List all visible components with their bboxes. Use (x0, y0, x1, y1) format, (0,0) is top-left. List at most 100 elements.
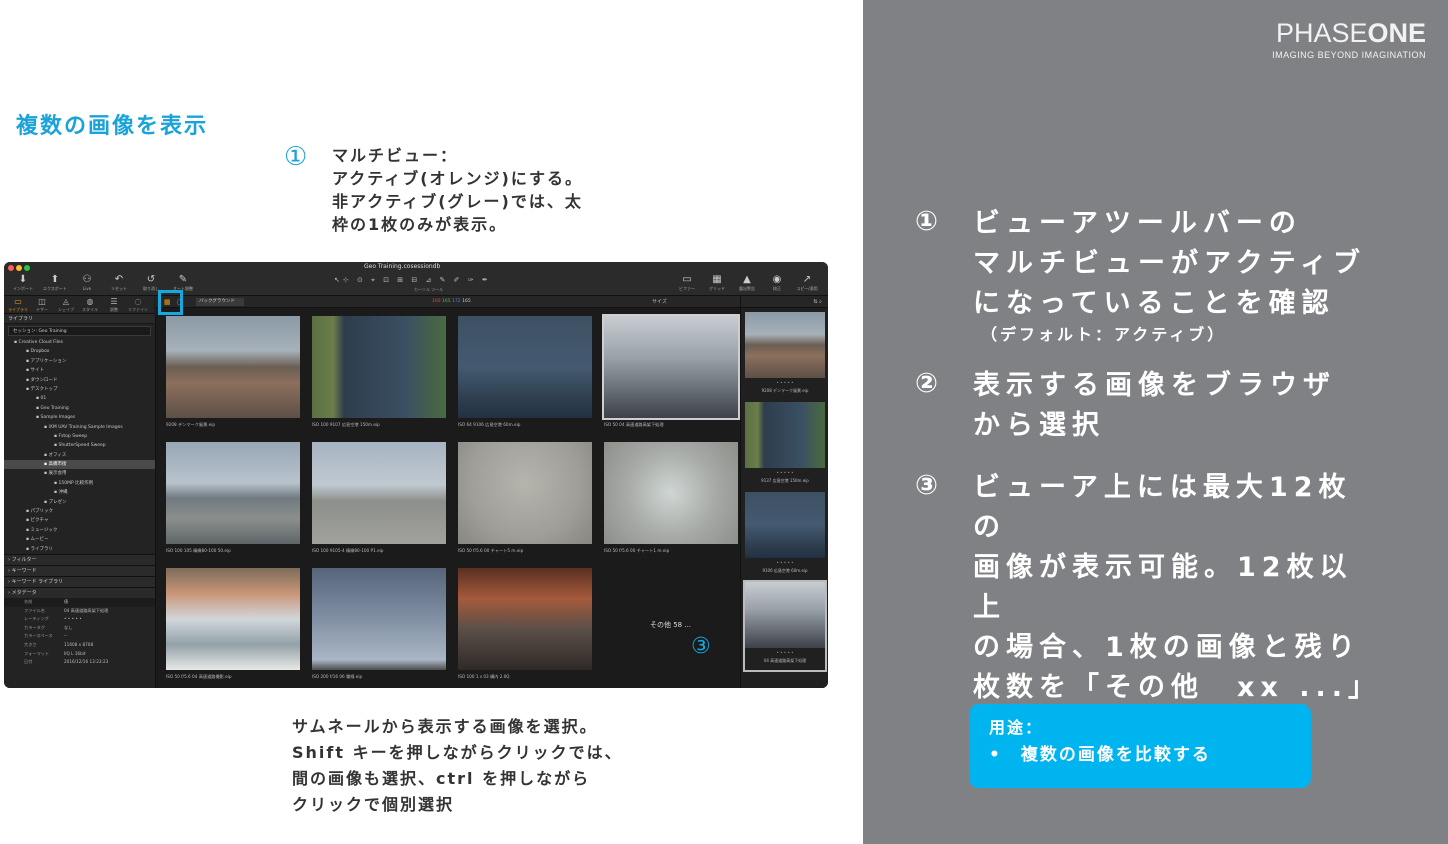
browser-thumbnail[interactable]: • • • • • 9137 広島空港 150m.eip (745, 402, 825, 490)
meta-key: 大きさ (24, 641, 37, 647)
thumbnail-image[interactable] (745, 492, 825, 558)
image-caption: ISO 100 9107 広島空港 150m.eip (312, 422, 380, 427)
image-thumbnail[interactable] (166, 568, 300, 670)
warning-button[interactable]: ▲ 露出警告 (732, 274, 762, 294)
folder-item[interactable]: ▪ 150MP 比較作例 (4, 479, 155, 488)
viewer-image[interactable]: ISO 50 04 高速道路高架下処理 (600, 310, 742, 434)
rating-dots[interactable]: • • • • • (745, 560, 825, 565)
usage-box: 用途： • 複数の画像を比較する (969, 704, 1311, 788)
viewer-image[interactable]: ISO 200 f/16 06 電線.eip (308, 562, 450, 686)
tab-refine[interactable]: ◌ リファイン (126, 297, 150, 313)
browser-thumbnail[interactable]: • • • • • 04 高速道路高架下処理 (743, 580, 827, 672)
image-thumbnail[interactable] (458, 316, 592, 418)
point-line: ビューアツールバーの (973, 208, 1302, 239)
image-thumbnail[interactable] (604, 442, 738, 544)
folder-label: 展示会用 (48, 471, 67, 477)
folder-item[interactable]: ▪ IXM UAV Training Sample Images (4, 423, 155, 432)
toolbar-label: インポート (13, 286, 33, 291)
browser-thumbnail[interactable]: • • • • • 9208 デンマーク風景.eip (745, 312, 825, 400)
viewer-icon: ▭ (682, 274, 692, 285)
folder-item[interactable]: ▪ プレゼン (4, 498, 155, 507)
session-select[interactable]: セッション: Geo Training (8, 326, 151, 336)
folder-item[interactable]: ▪ ShutterSpeed Sweep (4, 441, 155, 450)
folder-label: 高橋市街 (48, 462, 67, 468)
thumbnail-image[interactable] (745, 312, 825, 378)
section-header[interactable]: › キーワード (4, 564, 155, 576)
section-header[interactable]: › キーワード ライブラリ (4, 575, 155, 587)
point-line: から選択 (973, 410, 1105, 441)
live-button[interactable]: ⚇ Live (72, 274, 102, 294)
section-header[interactable]: › フィルター (4, 553, 155, 565)
viewer-image[interactable]: ISO 100 1 s 03 構内 2.IIQ (454, 562, 596, 686)
thumbnail-image[interactable] (745, 402, 825, 468)
tab-label: 調整 (110, 307, 118, 312)
viewer-image[interactable]: ISO 100 9105-4 精緻80-100 P1.eip (308, 436, 450, 560)
folder-item[interactable]: ▪ ライブラリ (4, 545, 155, 554)
section-header[interactable]: › メタデータ (4, 586, 155, 598)
refine-icon: ◌ (134, 297, 142, 306)
folder-item[interactable]: ▪ 高橋市街 (4, 460, 155, 470)
image-thumbnail[interactable] (312, 442, 446, 544)
browser-thumbnail[interactable]: • • • • • 9106 広島空港 60m.eip (745, 492, 825, 580)
tab-capture[interactable]: ◫ テザー (30, 297, 54, 313)
folder-item[interactable]: ▪ ピクチャ (4, 516, 155, 525)
folder-item[interactable]: ▪ ムービー (4, 535, 155, 544)
folder-item[interactable]: ▪ デスクトップ (4, 385, 155, 394)
viewer-image[interactable]: ISO 100 9107 広島空港 150m.eip (308, 310, 450, 434)
tab-lens[interactable]: ◬ シェイプ (54, 297, 78, 313)
rating-dots[interactable]: • • • • • (745, 650, 825, 655)
folder-item[interactable]: ▪ 01 (4, 394, 155, 403)
rgb-value: 165 (462, 299, 471, 304)
folder-item[interactable]: ▪ 沖縄 (4, 488, 155, 497)
tab-library[interactable]: ▭ ライブラリ (6, 297, 30, 313)
image-thumbnail[interactable] (312, 568, 446, 670)
viewer-image[interactable]: ISO 100 105 精緻80-100 50.eip (162, 436, 304, 560)
folder-item[interactable]: ▪ Fstop Sweep (4, 432, 155, 441)
thumbnail-image[interactable] (745, 582, 825, 648)
folder-item[interactable]: ▪ Sample Images (4, 413, 155, 422)
image-thumbnail[interactable] (458, 568, 592, 670)
tab-adjust[interactable]: ☰ 調整 (102, 297, 126, 313)
capture-one-window: Geo Training.cosessiondb ⬇ インポート ⬆ エクスポート ⚇ L… (4, 262, 828, 688)
folder-item[interactable]: ▪ ミュージック (4, 526, 155, 535)
tab-style[interactable]: ◍ スタイル (78, 297, 102, 313)
folder-item[interactable]: ▪ Dropbox (4, 347, 155, 356)
folder-item[interactable]: ▪ Creative Cloud Files (4, 338, 155, 347)
viewer-image[interactable]: ISO 64 9106 広島空港 60m.eip (454, 310, 596, 434)
meta-key: 日付 (24, 659, 33, 665)
library-header[interactable]: ライブラリ (4, 314, 155, 324)
reset-button[interactable]: ↶ リセット (104, 274, 134, 294)
minimize-window-button[interactable] (16, 265, 22, 271)
folder-item[interactable]: ▪ パブリック (4, 507, 155, 516)
export-button[interactable]: ⬆ エクスポート (40, 274, 70, 294)
viewer-button[interactable]: ▭ ビファー (672, 274, 702, 294)
folder-item[interactable]: ▪ ダウンロード (4, 376, 155, 385)
folder-item[interactable]: ▪ アプリケーション (4, 357, 155, 366)
image-thumbnail[interactable] (458, 442, 592, 544)
folder-item[interactable]: ▪ 展示会用 (4, 469, 155, 478)
import-button[interactable]: ⬇ インポート (8, 274, 38, 294)
folder-item[interactable]: ▪ サイト (4, 366, 155, 375)
grid-button[interactable]: ▦ グリッド (702, 274, 732, 294)
zoom-window-button[interactable] (24, 265, 30, 271)
viewer-image[interactable]: ISO 50 f/5.6 00 チャート5 m.eip (454, 436, 596, 560)
proof-button[interactable]: ◉ 校正 (762, 274, 792, 294)
image-thumbnail[interactable] (312, 316, 446, 418)
folder-label: ミュージック (30, 527, 58, 533)
folder-item[interactable]: ▪ Geo Training (4, 404, 155, 413)
rating-dots[interactable]: • • • • • (745, 470, 825, 475)
image-thumbnail[interactable] (166, 316, 300, 418)
close-window-button[interactable] (8, 265, 14, 271)
folder-item[interactable]: ▪ オフィス (4, 451, 155, 460)
point-text: ビューアツールバーの マルチビューがアクティブ になっていることを確認 （デフォ… (973, 204, 1383, 346)
viewer-image[interactable]: ISO 50 f/5.6 00 チャート1 m.eip (600, 436, 742, 560)
cursor-tools[interactable]: ↖⊹ ⊙ ⌖ ⊡ ⊞ ⊟ ⊿ ✎ ✐ ✑ ✒ (334, 276, 524, 286)
viewer-image[interactable]: 9208 デンマーク風景.eip (162, 310, 304, 434)
image-thumbnail[interactable] (166, 442, 300, 544)
viewer-image[interactable]: ISO 50 f/5.6 04 高速道路撮影.eip (162, 562, 304, 686)
folder-label: Geo Training (40, 405, 69, 411)
rating-dots[interactable]: • • • • • (745, 380, 825, 385)
copy-apply-button[interactable]: ↗ コピー/適用 (792, 274, 822, 294)
image-thumbnail[interactable] (602, 314, 740, 420)
background-select[interactable]: バックグラウンド (196, 298, 244, 306)
